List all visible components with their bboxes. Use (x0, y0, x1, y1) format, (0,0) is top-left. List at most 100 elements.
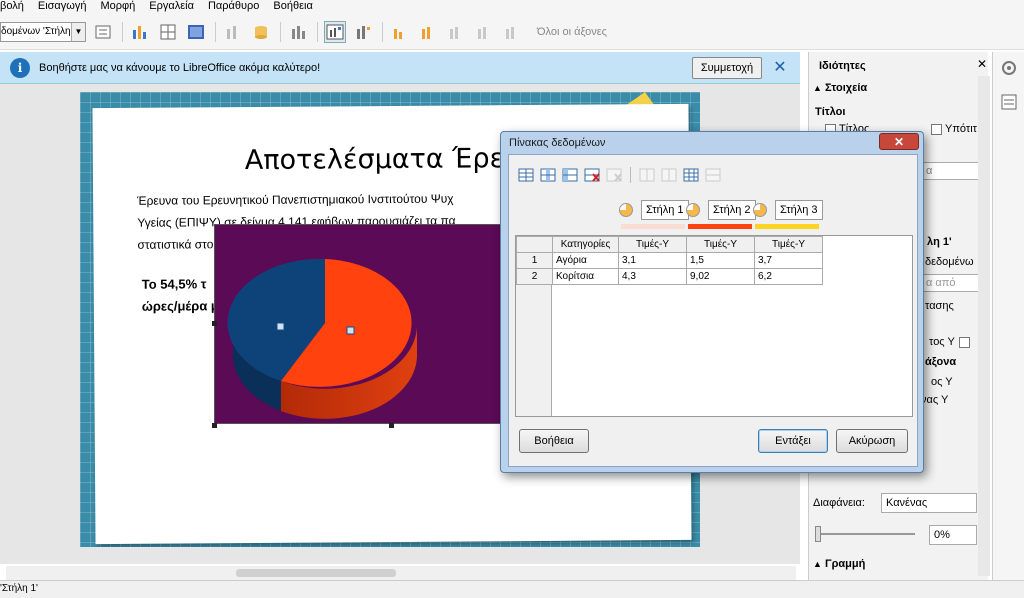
subtitle-checkbox[interactable] (931, 124, 942, 135)
cancel-button[interactable]: Ακύρωση (836, 429, 908, 453)
horizontal-grid-icon (394, 28, 402, 39)
database-button[interactable] (250, 21, 272, 43)
selection-handle[interactable] (389, 423, 394, 428)
from-input[interactable]: α από (921, 274, 979, 292)
horizontal-grids-button[interactable] (389, 21, 411, 43)
transparency-slider[interactable] (815, 526, 915, 542)
move-row-up-icon[interactable] (682, 167, 700, 183)
selection-handle[interactable] (212, 321, 217, 326)
status-text: 'Στήλη 1' (0, 583, 38, 594)
insert-chart-button[interactable] (287, 21, 309, 43)
legend-button[interactable] (324, 20, 346, 43)
series-name-input[interactable]: Στήλη 2 (708, 200, 756, 220)
chevron-down-icon[interactable]: ▼ (71, 22, 85, 41)
move-series-left-icon[interactable] (638, 167, 656, 183)
delete-series-icon[interactable] (605, 167, 623, 183)
series-color-bar (621, 224, 685, 229)
pie-chart (227, 258, 418, 419)
series-button[interactable] (501, 21, 523, 43)
column-header[interactable]: Κατηγορίες (552, 236, 619, 253)
gear-icon[interactable] (997, 56, 1021, 80)
sidebar-text: τος Υ (929, 336, 955, 348)
bold-line: Το 54,5% τ (141, 276, 207, 292)
chart-type-icon (133, 25, 146, 39)
value-cell[interactable]: 6,2 (754, 268, 823, 285)
series-name-input[interactable]: Στήλη 1 (641, 200, 689, 220)
value-cell[interactable]: 9,02 (686, 268, 755, 285)
close-icon[interactable]: ✕ (772, 58, 788, 76)
axis-button[interactable] (473, 21, 495, 43)
join-button[interactable]: Συμμετοχή (692, 57, 762, 79)
slice-handle (346, 326, 355, 335)
title-input[interactable]: α (921, 162, 979, 180)
series-type-icon (619, 203, 633, 217)
close-icon[interactable]: ✕ (879, 133, 919, 150)
series-icon (506, 26, 514, 39)
data-table: Κατηγορίες Τιμές-Υ Τιμές-Υ Τιμές-Υ 1 Αγό… (516, 236, 823, 285)
series-color-bar (688, 224, 752, 229)
horizontal-scrollbar[interactable] (6, 566, 796, 580)
help-button[interactable]: Βοήθεια (519, 429, 589, 453)
menu-tools[interactable]: Εργαλεία (149, 0, 194, 14)
column-header[interactable]: Τιμές-Υ (618, 236, 687, 253)
value-cell[interactable]: 3,1 (618, 252, 687, 269)
chart-type-button[interactable] (129, 21, 151, 43)
chart-area-button[interactable] (185, 21, 207, 43)
selection-handle[interactable] (212, 423, 217, 428)
transparency-value: Κανένας (886, 497, 928, 509)
properties-icon[interactable] (997, 90, 1021, 114)
slide-title[interactable]: Αποτελέσματα Έρευν (245, 143, 535, 176)
column-header[interactable]: Τιμές-Υ (686, 236, 755, 253)
ok-button[interactable]: Εντάξει (758, 429, 828, 453)
menu-format[interactable]: Μορφή (101, 0, 136, 14)
legend-toggle-icon (357, 25, 370, 39)
value-cell[interactable]: 1,5 (686, 252, 755, 269)
axis-checkbox[interactable] (959, 337, 970, 348)
title-button[interactable] (445, 21, 467, 43)
slide-bold-text[interactable]: Το 54,5% τ ώρες/μέρα μ (142, 273, 219, 318)
sidebar-text: άξονα (925, 356, 957, 368)
dialog-titlebar[interactable]: Πίνακας δεδομένων ✕ (501, 132, 923, 154)
sidebar-scrollbar[interactable] (978, 76, 990, 576)
transparency-percent[interactable]: 0% (929, 525, 977, 545)
scrollbar-thumb[interactable] (236, 569, 396, 577)
legend-on-off-button[interactable] (352, 21, 374, 43)
delete-row-icon[interactable] (583, 167, 601, 183)
move-row-down-icon[interactable] (704, 167, 722, 183)
all-axes-label: Όλοι οι άξονες (537, 25, 607, 38)
insert-row-icon[interactable] (517, 167, 535, 183)
transparency-select[interactable]: Κανένας (881, 493, 977, 513)
vertical-grids-button[interactable] (417, 21, 439, 43)
menu-window[interactable]: Παράθυρο (208, 0, 259, 14)
pie-chart-object[interactable] (212, 224, 504, 428)
series-name-input[interactable]: Στήλη 3 (775, 200, 823, 220)
column-header[interactable]: Τιμές-Υ (754, 236, 823, 253)
legend-icon (326, 24, 344, 39)
data-labels-button[interactable] (222, 21, 244, 43)
elements-section-header[interactable]: ▲ Στοιχεία (813, 82, 867, 94)
line-section-header[interactable]: ▲ Γραμμή (813, 558, 865, 570)
insert-text-column-icon[interactable] (561, 167, 579, 183)
sidebar-text: ος Υ (931, 376, 953, 388)
info-bar: i Βοηθήστε μας να κάνουμε το LibreOffice… (0, 52, 800, 84)
move-series-right-icon[interactable] (660, 167, 678, 183)
row-number[interactable]: 1 (516, 252, 553, 269)
close-icon[interactable]: ✕ (977, 57, 987, 71)
menu-insert-partial[interactable]: βολή (0, 0, 24, 14)
chart-element-select[interactable]: δομένων 'Στήλη 1' ▼ (0, 21, 86, 42)
category-cell[interactable]: Αγόρια (552, 252, 619, 269)
vertical-grid-icon (422, 26, 430, 39)
data-grid[interactable]: Κατηγορίες Τιμές-Υ Τιμές-Υ Τιμές-Υ 1 Αγό… (515, 235, 913, 417)
sidebar-text: νας Υ (921, 394, 949, 406)
format-selection-button[interactable] (92, 21, 114, 43)
category-cell[interactable]: Κορίτσια (552, 268, 619, 285)
menu-insert[interactable]: Εισαγωγή (38, 0, 87, 14)
data-table-dialog: Πίνακας δεδομένων ✕ Στήλη 1 Στήλη 2 Στήλ… (500, 131, 924, 473)
value-cell[interactable]: 4,3 (618, 268, 687, 285)
data-table-button[interactable] (157, 21, 179, 43)
value-cell[interactable]: 3,7 (754, 252, 823, 269)
menu-help[interactable]: Βοήθεια (273, 0, 312, 14)
body-line: Έρευνα του Ερευνητικού Πανεπιστημιακού Ι… (137, 191, 454, 208)
insert-series-icon[interactable] (539, 167, 557, 183)
row-number[interactable]: 2 (516, 268, 553, 285)
